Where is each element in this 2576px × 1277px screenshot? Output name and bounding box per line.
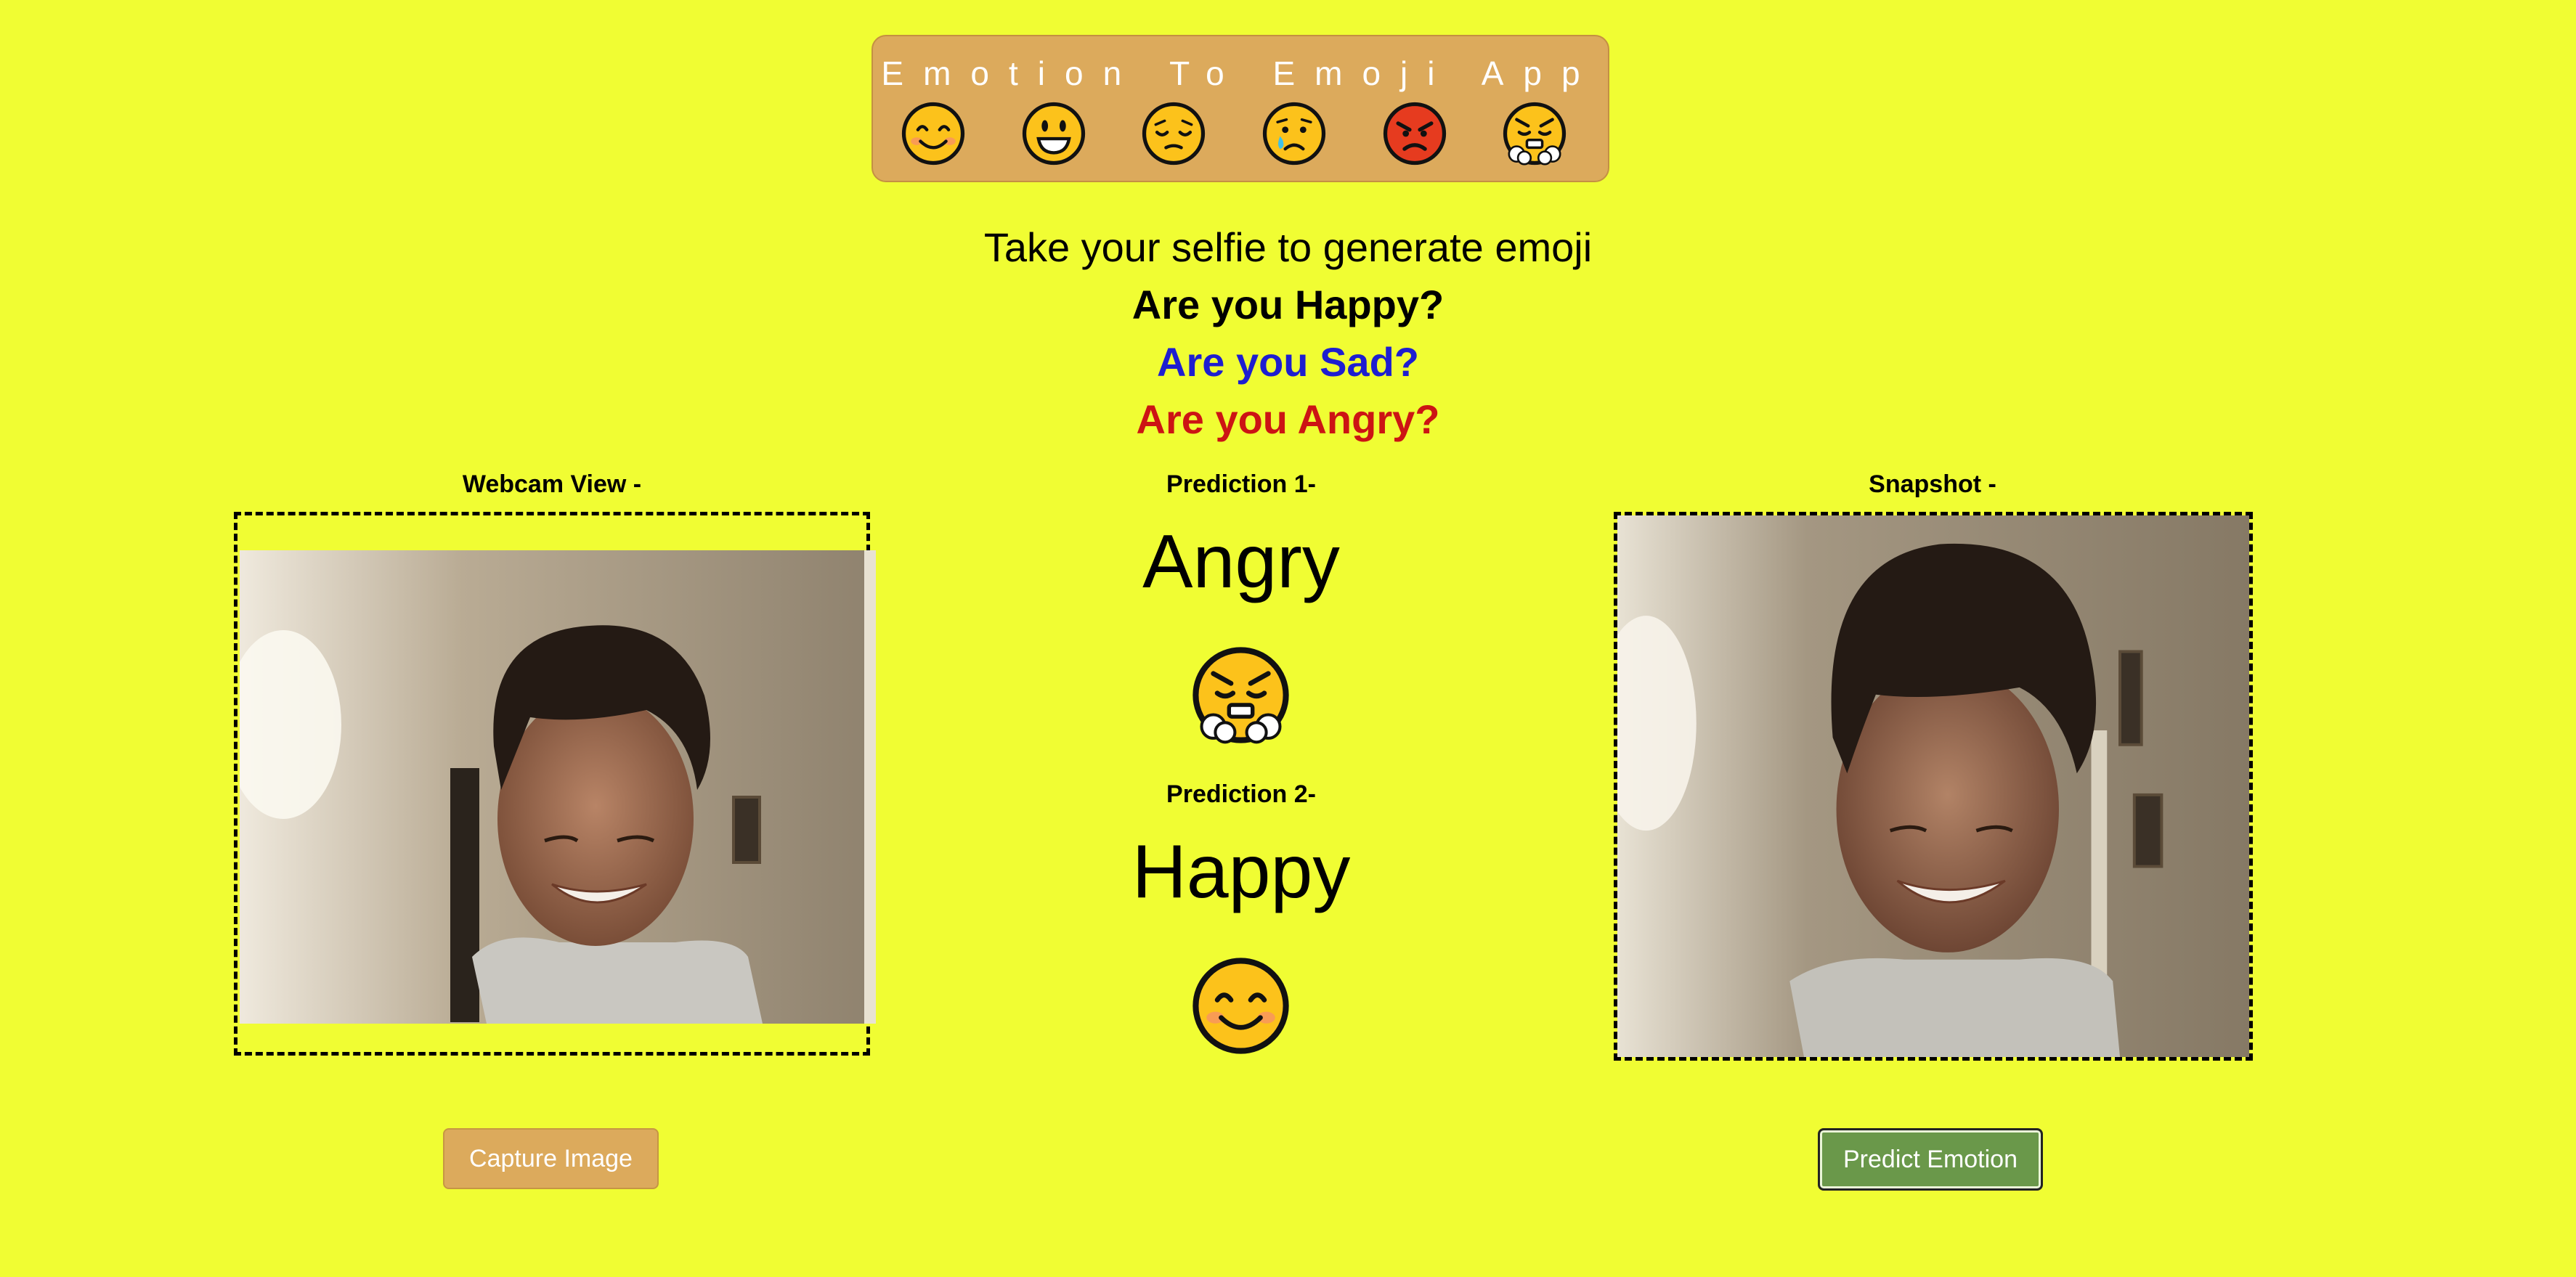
snapshot-frame <box>1614 512 2253 1061</box>
angry-face-icon <box>1383 102 1447 166</box>
question-angry: Are you Angry? <box>1136 396 1440 442</box>
snapshot-image <box>1617 515 2249 1057</box>
predict-emotion-button[interactable]: Predict Emotion <box>1818 1128 2043 1191</box>
prediction-1-emotion: Angry <box>1142 520 1340 604</box>
app-header: Emotion To Emoji App <box>871 35 1609 182</box>
question-sad: Are you Sad? <box>1157 339 1419 385</box>
webcam-video <box>240 550 876 1024</box>
grinning-face-icon <box>1022 102 1086 166</box>
steam-from-nose-face-icon <box>1503 102 1567 166</box>
pensive-face-icon <box>1142 102 1206 166</box>
webcam-frame <box>234 512 876 1056</box>
page-subtitle: Take your selfie to generate emoji <box>983 224 1593 270</box>
question-happy: Are you Happy? <box>1131 282 1445 327</box>
prediction-1-label: Prediction 1- <box>1166 470 1316 498</box>
emoji-row <box>873 102 1608 174</box>
prediction-2-label: Prediction 2- <box>1166 780 1316 808</box>
smiling-face-icon <box>1192 957 1290 1055</box>
steam-from-nose-face-icon <box>1192 646 1290 744</box>
crying-face-icon <box>1262 102 1326 166</box>
capture-image-button[interactable]: Capture Image <box>443 1128 659 1189</box>
smiling-face-icon <box>901 102 965 166</box>
snapshot-label: Snapshot - <box>1869 470 1996 498</box>
app-title: Emotion To Emoji App <box>881 54 1600 92</box>
prediction-2-emotion: Happy <box>1131 830 1351 914</box>
webcam-label: Webcam View - <box>462 470 642 498</box>
